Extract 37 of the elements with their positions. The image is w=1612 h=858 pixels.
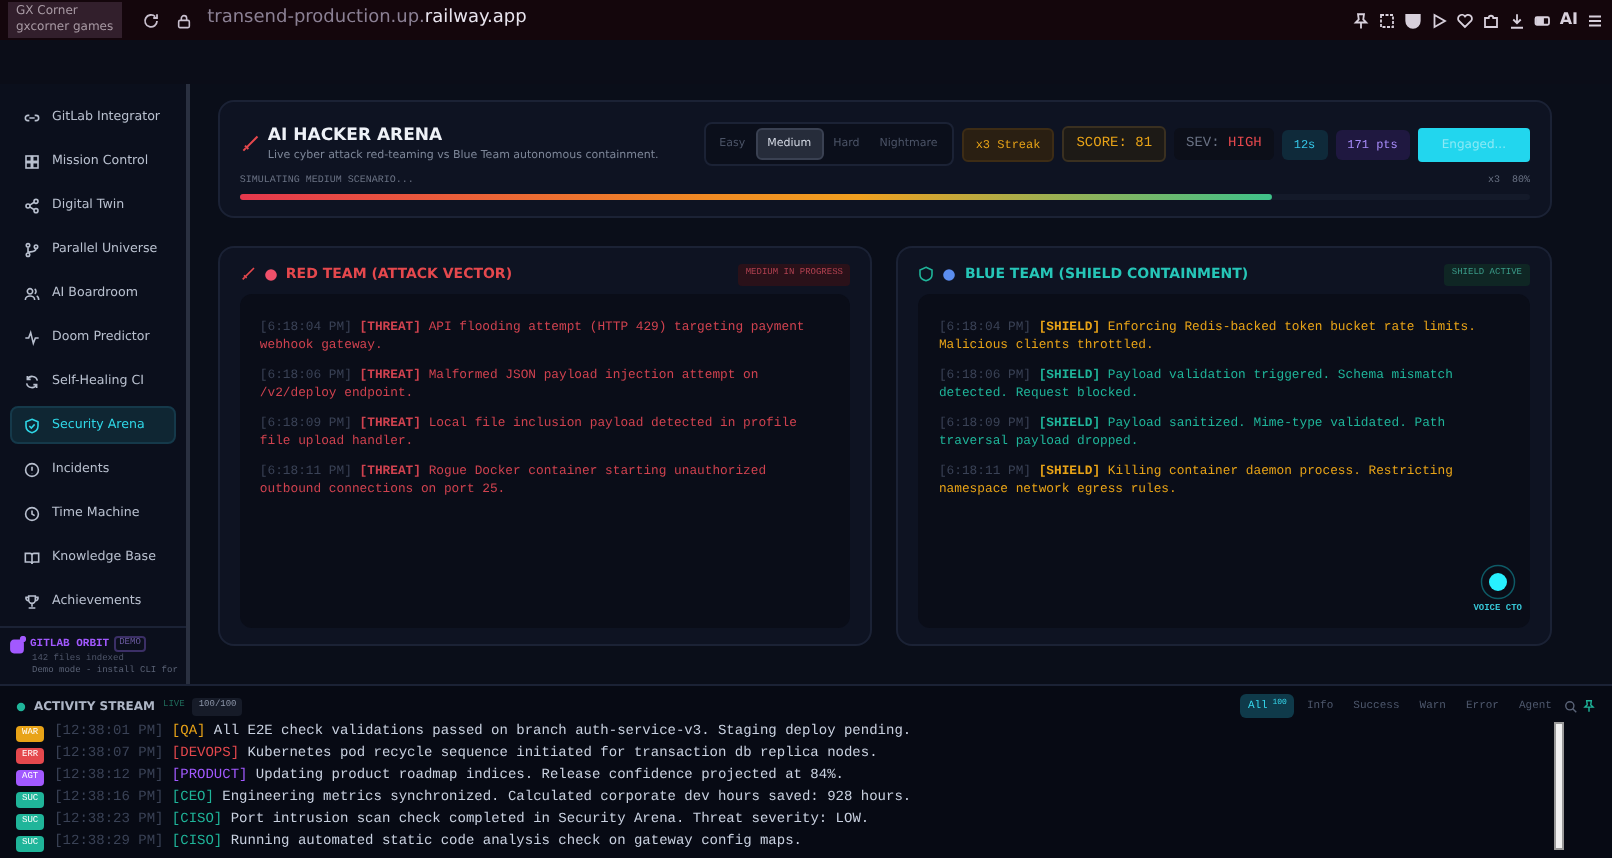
play-icon[interactable] xyxy=(1429,11,1448,29)
pulse-icon xyxy=(24,329,40,346)
branch-icon xyxy=(24,241,40,258)
alert-icon xyxy=(24,461,40,478)
grid-icon xyxy=(24,153,40,170)
search-icon[interactable] xyxy=(1564,699,1578,714)
orbit-icon xyxy=(8,635,26,654)
scrollbar xyxy=(1554,722,1564,851)
lock-icon xyxy=(175,11,192,29)
sword-icon xyxy=(239,266,256,283)
users-icon xyxy=(24,285,40,302)
share-icon xyxy=(24,197,40,214)
menu-icon[interactable] xyxy=(1586,11,1604,29)
pin-icon[interactable] xyxy=(1582,698,1596,715)
link-icon xyxy=(24,109,40,126)
pocket-icon[interactable] xyxy=(1403,11,1422,29)
status-dot-icon xyxy=(263,267,278,282)
shield-icon xyxy=(24,417,40,434)
extensions-icon[interactable] xyxy=(1481,11,1500,29)
status-dot-icon xyxy=(942,267,957,282)
screenshot-icon[interactable] xyxy=(1377,11,1396,29)
book-icon xyxy=(24,549,40,566)
ai-button[interactable]: AI xyxy=(1559,8,1578,32)
download-icon[interactable] xyxy=(1507,11,1526,29)
clock-icon xyxy=(24,505,40,522)
heart-icon[interactable] xyxy=(1455,11,1474,29)
voice-orb-icon[interactable] xyxy=(1479,564,1516,601)
address-bar[interactable]: transend-production.up.railway.app xyxy=(207,6,527,34)
shield-icon xyxy=(918,266,935,283)
arena-title: AI HACKER ARENA xyxy=(267,123,445,149)
reload-icon[interactable] xyxy=(141,11,160,29)
sword-icon xyxy=(239,134,260,155)
pin-icon[interactable] xyxy=(1351,11,1370,29)
live-dot-icon xyxy=(16,701,26,712)
refresh-icon xyxy=(24,373,40,390)
battery-icon[interactable] xyxy=(1533,11,1552,29)
trophy-icon xyxy=(24,594,40,611)
